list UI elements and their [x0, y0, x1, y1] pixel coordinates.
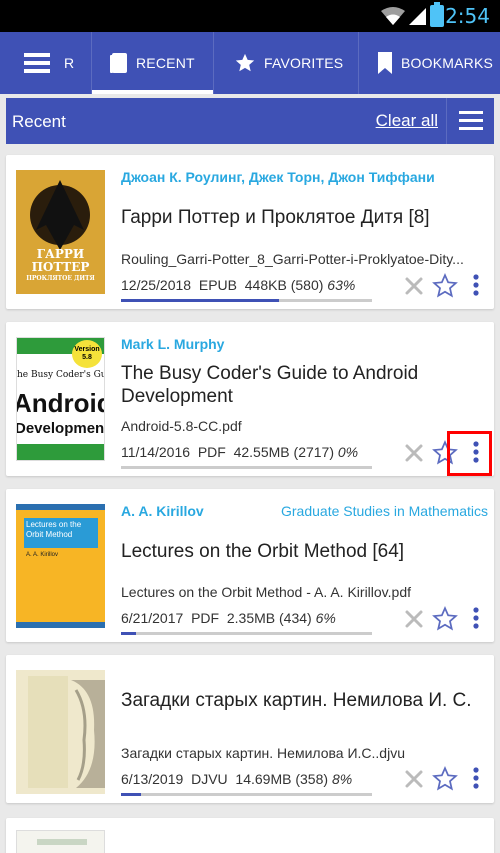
- book-date: 6/21/2017: [121, 610, 184, 626]
- bookmark-icon: [378, 52, 392, 74]
- cover-text: Development: [16, 420, 105, 437]
- book-percent: 8%: [331, 771, 353, 787]
- book-size: 448KB: [244, 277, 287, 293]
- book-card[interactable]: Lectures on the Orbit Method A. A. Kiril…: [6, 489, 494, 642]
- hamburger-icon: [24, 53, 50, 73]
- more-options-icon[interactable]: [471, 766, 481, 790]
- remove-icon[interactable]: [404, 609, 424, 629]
- battery-icon: [430, 2, 444, 27]
- reading-progress: [121, 793, 372, 796]
- more-options-icon[interactable]: [471, 273, 481, 297]
- favorite-star-icon[interactable]: [432, 606, 458, 632]
- book-meta: 12/25/2018 EPUB 448KB (580) 63%: [121, 277, 355, 293]
- status-bar: 2:54: [0, 0, 500, 32]
- recent-header: Recent Clear all: [6, 98, 494, 144]
- tab-favorites[interactable]: FAVORITES: [214, 32, 359, 94]
- tab-menu-label: R: [64, 55, 75, 71]
- cover-text: ПОТТЕР: [31, 260, 90, 274]
- book-filename: Android-5.8-CC.pdf: [121, 418, 242, 434]
- book-author: Mark L. Murphy: [121, 336, 225, 352]
- book-title: The Busy Coder's Guide to Android Develo…: [121, 363, 419, 407]
- book-percent: 0%: [337, 444, 359, 460]
- tab-menu[interactable]: R: [0, 32, 92, 94]
- favorite-star-icon[interactable]: [432, 273, 458, 299]
- book-card[interactable]: ГАРРИ ПОТТЕР ПРОКЛЯТОЕ ДИТЯ Джоан К. Роу…: [6, 155, 494, 309]
- book-series: Graduate Studies in Mathematics: [281, 503, 488, 519]
- tab-bookmarks[interactable]: BOOKMARKS: [359, 32, 500, 94]
- book-card[interactable]: Version 5.8 The Busy Coder's Guide Andro…: [6, 322, 494, 476]
- clock: 2:54: [445, 4, 490, 28]
- book-filename: Загадки старых картин. Немилова И.С..djv…: [121, 745, 405, 761]
- book-title: Lectures on the Orbit Method [64]: [121, 541, 405, 562]
- tab-recent-label: RECENT: [136, 55, 195, 71]
- highlight-box: [447, 431, 492, 476]
- book-card[interactable]: [6, 818, 494, 853]
- star-icon: [235, 53, 255, 72]
- wifi-icon: [381, 7, 405, 25]
- book-size: 42.55MB: [233, 444, 290, 460]
- book-pages: (2717): [293, 444, 334, 460]
- book-pages: (434): [279, 610, 312, 626]
- book-meta: 6/13/2019 DJVU 14.69MB (358) 8%: [121, 771, 352, 787]
- book-percent: 6%: [315, 610, 336, 626]
- book-percent: 63%: [327, 277, 356, 293]
- tab-bookmarks-label: BOOKMARKS: [401, 55, 494, 71]
- book-date: 12/25/2018: [121, 277, 192, 293]
- section-title: Recent: [12, 112, 66, 131]
- clear-all-link[interactable]: Clear all: [376, 111, 438, 131]
- cover-text: The Busy Coder's Guide: [17, 370, 104, 380]
- signal-icon: [409, 8, 426, 25]
- book-date: 6/13/2019: [121, 771, 184, 787]
- book-author: A. A. Kirillov: [121, 503, 204, 519]
- book-cover: Version 5.8 The Busy Coder's Guide Andro…: [16, 337, 105, 461]
- book-format: PDF: [197, 444, 226, 460]
- book-title: Гарри Поттер и Проклятое Дитя [8]: [121, 207, 430, 228]
- cover-text: Version 5.8: [72, 340, 102, 368]
- tab-bar: R RECENT FAVORITES BOOKMARKS: [0, 32, 500, 94]
- book-format: PDF: [191, 610, 220, 626]
- book-meta: 6/21/2017 PDF 2.35MB (434) 6%: [121, 610, 336, 626]
- remove-icon[interactable]: [404, 276, 424, 296]
- tab-recent[interactable]: RECENT: [92, 32, 214, 94]
- tab-favorites-label: FAVORITES: [264, 55, 344, 71]
- book-filename: Lectures on the Orbit Method - A. A. Kir…: [121, 584, 411, 600]
- book-format: EPUB: [198, 277, 237, 293]
- book-format: DJVU: [191, 771, 228, 787]
- cover-text: ПРОКЛЯТОЕ ДИТЯ: [26, 275, 95, 282]
- cover-text: Android: [16, 388, 104, 418]
- reading-progress: [121, 632, 372, 635]
- book-cover: [16, 830, 105, 853]
- cover-text: Lectures on the Orbit Method: [26, 520, 82, 539]
- book-date: 11/14/2016: [121, 444, 191, 460]
- book-cover: ГАРРИ ПОТТЕР ПРОКЛЯТОЕ ДИТЯ: [16, 170, 105, 294]
- book-pages: (358): [295, 771, 329, 787]
- remove-icon[interactable]: [404, 443, 424, 463]
- book-filename: Rouling_Garri-Potter_8_Garri-Potter-i-Pr…: [121, 251, 464, 267]
- book-author: Джоан К. Роулинг, Джек Торн, Джон Тиффан…: [121, 169, 435, 185]
- book-size: 2.35MB: [226, 610, 276, 626]
- list-view-button[interactable]: [446, 98, 494, 144]
- book-cover: Lectures on the Orbit Method A. A. Kiril…: [16, 504, 105, 628]
- book-cover: [16, 670, 105, 794]
- book-pages: (580): [290, 277, 324, 293]
- book-icon: [110, 53, 127, 73]
- cover-art: [16, 670, 105, 794]
- more-options-icon[interactable]: [471, 606, 481, 630]
- remove-icon[interactable]: [404, 769, 424, 789]
- favorite-star-icon[interactable]: [432, 766, 458, 792]
- book-size: 14.69MB: [235, 771, 292, 787]
- reading-progress: [121, 466, 372, 469]
- book-meta: 11/14/2016 PDF 42.55MB (2717) 0%: [121, 444, 358, 460]
- book-card[interactable]: Загадки старых картин. Немилова И. С. За…: [6, 655, 494, 803]
- reading-progress: [121, 299, 372, 302]
- cover-text: A. A. Kirillov: [26, 552, 59, 558]
- book-title: Загадки старых картин. Немилова И. С.: [121, 690, 472, 711]
